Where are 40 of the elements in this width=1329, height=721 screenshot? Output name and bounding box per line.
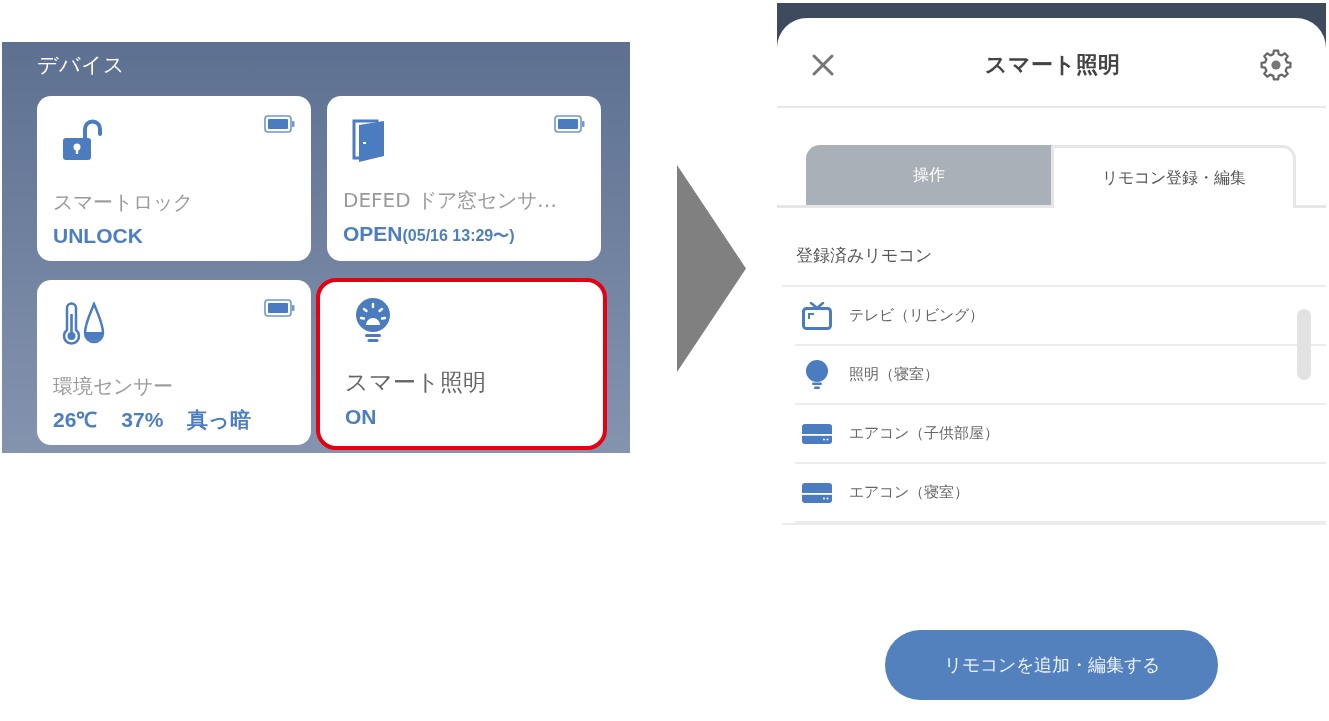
device-card[interactable]: DEFED ドア窓センサ… OPEN(05/16 13:29〜) [327, 96, 601, 261]
status-time: (05/16 13:29〜) [402, 226, 515, 246]
scrollbar-thumb[interactable] [1297, 309, 1311, 380]
device-status: ON [345, 404, 377, 430]
device-status: OPEN [343, 221, 403, 247]
device-status: 37% [121, 407, 164, 433]
triangle-arrow-icon [677, 165, 746, 372]
device-name: スマートロック [53, 189, 193, 215]
add-remote-button[interactable]: リモコンを追加・編集する [885, 630, 1218, 700]
device-card[interactable]: 環境センサー 26℃ 37% 真っ暗 [37, 280, 311, 445]
remote-list-item[interactable]: エアコン（寝室） [795, 464, 1326, 523]
lit-lightbulb-icon [353, 297, 393, 345]
settings-icon [1260, 49, 1292, 81]
device-name: 環境センサー [53, 373, 173, 399]
remote-name: テレビ（リビング） [849, 306, 984, 325]
device-card[interactable]: スマートロック UNLOCK [37, 96, 311, 261]
remote-name: エアコン（寝室） [849, 483, 969, 502]
tab[interactable]: リモコン登録・編集 [1051, 145, 1296, 208]
close-icon [812, 54, 834, 76]
device-name: DEFED ドア窓センサ… [343, 187, 557, 213]
air-conditioner-icon [802, 423, 832, 444]
close-button[interactable] [812, 54, 834, 76]
open-padlock-icon [61, 118, 105, 162]
device-name: スマート照明 [345, 368, 486, 396]
section-title: 登録済みリモコン [796, 244, 932, 267]
device-card[interactable]: スマート照明 ON [316, 278, 607, 450]
remote-name: エアコン（子供部屋） [849, 424, 999, 443]
device-status: UNLOCK [53, 223, 143, 249]
sheet-title: スマート照明 [984, 51, 1120, 79]
panel-title: デバイス [37, 52, 125, 78]
settings-button[interactable] [1260, 49, 1292, 81]
device-status: 26℃ [53, 407, 98, 433]
tv-icon [802, 301, 832, 330]
thermometer-droplet-icon [61, 302, 105, 346]
door-icon [351, 118, 387, 164]
air-conditioner-icon [802, 482, 832, 503]
remote-name: 照明（寝室） [849, 365, 939, 384]
device-status: 真っ暗 [187, 407, 252, 433]
remote-list-item[interactable]: エアコン（子供部屋） [795, 405, 1326, 464]
lightbulb-icon [805, 359, 829, 390]
